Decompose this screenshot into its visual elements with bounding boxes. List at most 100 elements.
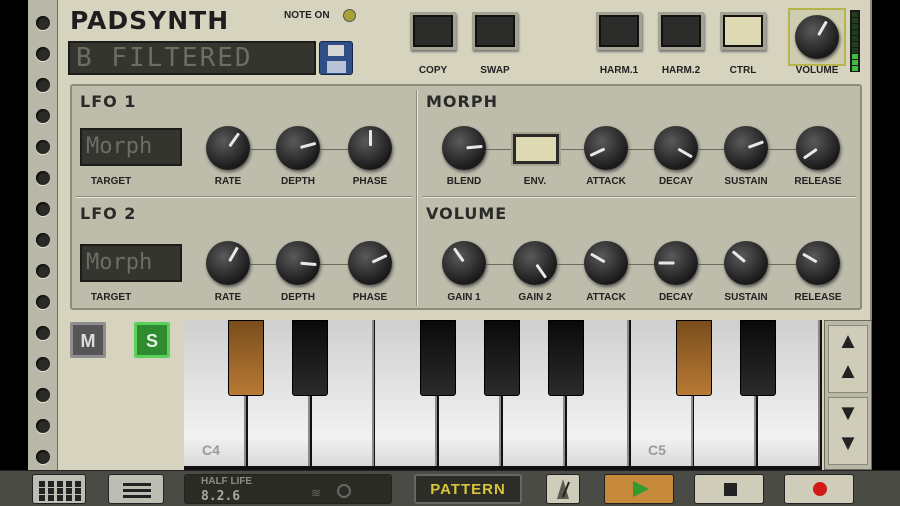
black-key[interactable] bbox=[420, 320, 456, 396]
pattern-grid-button[interactable] bbox=[32, 474, 86, 504]
meter-segment bbox=[852, 66, 858, 71]
app-title: PADSYNTH bbox=[70, 6, 230, 35]
harm2-button[interactable] bbox=[658, 12, 704, 50]
record-button[interactable] bbox=[784, 474, 854, 504]
morph-blend-knob[interactable] bbox=[442, 126, 486, 170]
lfo2-depth-knob[interactable] bbox=[276, 241, 320, 285]
octave-shift: ▲ ▲ ▼ ▼ bbox=[824, 320, 872, 470]
lfo2-title: LFO 2 bbox=[80, 204, 137, 223]
black-key[interactable] bbox=[548, 320, 584, 396]
volume-knob[interactable] bbox=[795, 15, 839, 59]
bottom-toolbar: HALF LIFE 8.2.6 ≋ PATTERN bbox=[0, 470, 900, 506]
octave-label: C5 bbox=[648, 442, 666, 458]
left-rail bbox=[28, 0, 58, 470]
lfo1-target-display[interactable]: Morph bbox=[80, 128, 182, 166]
preset-name-display[interactable]: B FILTERED bbox=[68, 41, 316, 75]
ctrl-button[interactable] bbox=[720, 12, 766, 50]
volume-release-knob[interactable] bbox=[796, 241, 840, 285]
harm1-button[interactable] bbox=[596, 12, 642, 50]
black-key-highlighted[interactable] bbox=[228, 320, 264, 396]
meter-segment bbox=[852, 48, 858, 53]
volume-attack-knob[interactable] bbox=[584, 241, 628, 285]
lfo1-depth-knob[interactable] bbox=[276, 126, 320, 170]
meter-segment bbox=[852, 24, 858, 29]
rail-hole bbox=[36, 78, 50, 92]
morph-decay-knob[interactable] bbox=[654, 126, 698, 170]
play-button[interactable] bbox=[604, 474, 674, 504]
morph-sustain-label: SUSTAIN bbox=[724, 176, 768, 187]
lfo1-rate-knob[interactable] bbox=[206, 126, 250, 170]
rail-hole bbox=[36, 326, 50, 340]
piano-keyboard[interactable]: C4 C5 bbox=[184, 320, 822, 470]
save-preset-button[interactable] bbox=[319, 41, 353, 75]
chevron-up-icon: ▲ bbox=[837, 328, 859, 353]
rail-hole bbox=[36, 357, 50, 371]
song-info-display[interactable]: HALF LIFE 8.2.6 ≋ bbox=[184, 474, 392, 504]
lfo2-rate-label: RATE bbox=[214, 292, 242, 303]
menu-button[interactable] bbox=[108, 474, 164, 504]
parameter-panel: LFO 1 Morph TARGET RATE DEPTH PHASE LFO … bbox=[70, 84, 862, 310]
metronome-button[interactable] bbox=[546, 474, 580, 504]
morph-title: MORPH bbox=[426, 92, 498, 111]
rail-hole bbox=[36, 202, 50, 216]
lfo2-rate-knob[interactable] bbox=[206, 241, 250, 285]
status-icon bbox=[337, 484, 351, 498]
meter-segment bbox=[852, 36, 858, 41]
volume-decay-knob[interactable] bbox=[654, 241, 698, 285]
morph-sustain-knob[interactable] bbox=[724, 126, 768, 170]
lfo2-target-display[interactable]: Morph bbox=[80, 244, 182, 282]
meter-segment bbox=[852, 42, 858, 47]
note-on-led bbox=[343, 9, 356, 22]
black-key[interactable] bbox=[292, 320, 328, 396]
copy-label: COPY bbox=[418, 65, 448, 76]
morph-release-knob[interactable] bbox=[796, 126, 840, 170]
stop-icon bbox=[724, 483, 737, 496]
volume-gain1-knob[interactable] bbox=[442, 241, 486, 285]
lfo1-target-label: TARGET bbox=[90, 176, 132, 187]
chevron-up-icon: ▲ bbox=[837, 358, 859, 383]
mute-button[interactable]: M bbox=[70, 322, 106, 358]
harm1-label: HARM.1 bbox=[599, 65, 639, 76]
chevron-down-icon: ▼ bbox=[837, 430, 859, 455]
song-title: HALF LIFE bbox=[201, 476, 253, 487]
black-key[interactable] bbox=[740, 320, 776, 396]
rail-hole bbox=[36, 47, 50, 61]
black-key-highlighted[interactable] bbox=[676, 320, 712, 396]
octave-up-button[interactable]: ▲ ▲ bbox=[828, 325, 868, 393]
meter-segment bbox=[852, 60, 858, 65]
meter-segment bbox=[852, 18, 858, 23]
volume-gain1-label: GAIN 1 bbox=[447, 292, 481, 303]
meter-segment bbox=[852, 30, 858, 35]
morph-attack-knob[interactable] bbox=[584, 126, 628, 170]
metronome-icon bbox=[557, 479, 570, 499]
ctrl-label: CTRL bbox=[729, 65, 757, 76]
swap-button[interactable] bbox=[472, 12, 518, 50]
lfo2-phase-label: PHASE bbox=[352, 292, 388, 303]
rail-hole bbox=[36, 171, 50, 185]
lfo1-phase-knob[interactable] bbox=[348, 126, 392, 170]
rail-hole bbox=[36, 450, 50, 464]
copy-button[interactable] bbox=[410, 12, 456, 50]
octave-down-button[interactable]: ▼ ▼ bbox=[828, 397, 868, 465]
volume-gain2-knob[interactable] bbox=[513, 241, 557, 285]
morph-env-button[interactable] bbox=[513, 134, 559, 164]
harm2-label: HARM.2 bbox=[661, 65, 701, 76]
morph-attack-label: ATTACK bbox=[586, 176, 626, 187]
morph-decay-label: DECAY bbox=[658, 176, 694, 187]
pattern-button[interactable]: PATTERN bbox=[414, 474, 522, 504]
rail-hole bbox=[36, 419, 50, 433]
lfo2-phase-knob[interactable] bbox=[348, 241, 392, 285]
chevron-down-icon: ▼ bbox=[837, 400, 859, 425]
rail-hole bbox=[36, 109, 50, 123]
rail-hole bbox=[36, 264, 50, 278]
volume-attack-label: ATTACK bbox=[586, 292, 626, 303]
app-version: 8.2.6 bbox=[201, 489, 241, 504]
volume-sustain-label: SUSTAIN bbox=[724, 292, 768, 303]
lfo1-title: LFO 1 bbox=[80, 92, 137, 111]
swap-label: SWAP bbox=[480, 65, 510, 76]
black-key[interactable] bbox=[484, 320, 520, 396]
stop-button[interactable] bbox=[694, 474, 764, 504]
solo-button[interactable]: S bbox=[134, 322, 170, 358]
volume-sustain-knob[interactable] bbox=[724, 241, 768, 285]
octave-label: C4 bbox=[202, 442, 220, 458]
